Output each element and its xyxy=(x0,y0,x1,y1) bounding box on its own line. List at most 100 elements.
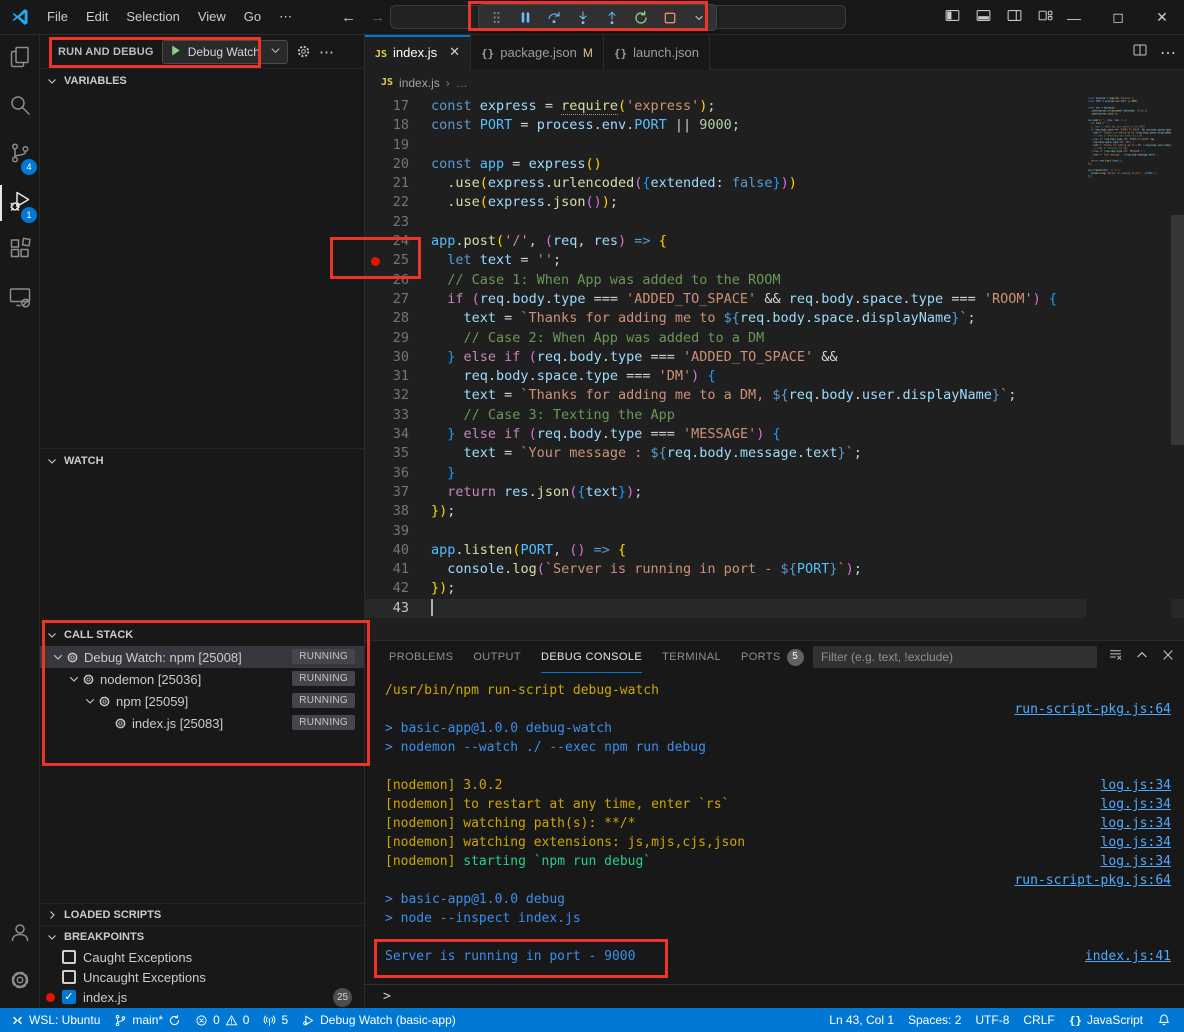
activity-settings[interactable] xyxy=(0,958,40,1006)
breakpoints-section-header[interactable]: BREAKPOINTS xyxy=(40,925,364,947)
pause-button[interactable] xyxy=(514,7,536,29)
status-git-branch[interactable]: main* xyxy=(107,1008,188,1032)
watch-section-header[interactable]: WATCH xyxy=(40,448,364,472)
activity-accounts[interactable] xyxy=(0,910,40,958)
step-over-button[interactable] xyxy=(543,7,565,29)
breakpoints-list: Caught ExceptionsUncaught Exceptions✓ind… xyxy=(40,947,364,1007)
breakpoint-checkbox[interactable] xyxy=(62,950,76,964)
status-debug-session[interactable]: Debug Watch (basic-app) xyxy=(295,1008,463,1032)
split-editor-button[interactable] xyxy=(1132,42,1148,63)
stop-button[interactable] xyxy=(659,7,681,29)
call-stack-row[interactable]: index.js [25083]RUNNING xyxy=(40,712,364,734)
badge-source-control: 4 xyxy=(21,159,37,175)
line-number: 41 xyxy=(385,560,409,579)
line-number: 40 xyxy=(385,541,409,560)
source-link[interactable]: log.js:34 xyxy=(1101,814,1171,833)
toggle-primary-sidebar-button[interactable] xyxy=(944,7,961,29)
breakpoint-checkbox[interactable]: ✓ xyxy=(62,990,76,1004)
tab-package.json[interactable]: {}package.jsonM xyxy=(471,35,604,70)
stop-dropdown-button[interactable] xyxy=(688,7,710,29)
menu-go[interactable]: Go xyxy=(235,0,270,34)
source-link[interactable]: log.js:34 xyxy=(1101,795,1171,814)
breakpoint-glyph[interactable] xyxy=(365,251,385,270)
step-out-button[interactable] xyxy=(601,7,623,29)
variables-section-header[interactable]: VARIABLES xyxy=(40,68,364,92)
call-stack-row[interactable]: Debug Watch: npm [25008]RUNNING xyxy=(40,646,364,668)
loaded-scripts-section-header[interactable]: LOADED SCRIPTS xyxy=(40,903,364,925)
status-language-mode[interactable]: {}JavaScript xyxy=(1062,1008,1150,1032)
console-filter-input[interactable] xyxy=(813,646,1097,668)
activity-extensions[interactable] xyxy=(0,227,40,275)
code-text: } xyxy=(409,464,455,483)
glyph-margin xyxy=(365,483,385,502)
maximize-button[interactable]: ◻ xyxy=(1096,0,1140,35)
activity-remote-explorer[interactable] xyxy=(0,275,40,323)
call-stack-section-header[interactable]: CALL STACK xyxy=(40,622,364,646)
call-stack-row[interactable]: nodemon [25036]RUNNING xyxy=(40,668,364,690)
breakpoint-row[interactable]: ✓index.js25 xyxy=(40,987,364,1007)
source-link[interactable]: index.js:41 xyxy=(1085,947,1171,966)
step-into-button[interactable] xyxy=(572,7,594,29)
editor-and-panel: JSindex.js✕{}package.jsonM{}launch.json … xyxy=(364,35,1184,1008)
glyph-margin xyxy=(365,541,385,560)
breadcrumb[interactable]: JS index.js › … xyxy=(365,70,1184,95)
panel-tab-problems[interactable]: PROBLEMS xyxy=(389,642,453,673)
source-link[interactable]: run-script-pkg.js:64 xyxy=(1014,700,1171,719)
panel-tab-output[interactable]: OUTPUT xyxy=(473,642,521,673)
close-tab-icon[interactable]: ✕ xyxy=(449,44,460,60)
call-stack-row[interactable]: npm [25059]RUNNING xyxy=(40,690,364,712)
tab-index.js[interactable]: JSindex.js✕ xyxy=(365,35,471,70)
status-remote-indicator[interactable]: WSL: Ubuntu xyxy=(4,1008,107,1032)
badge-run-and-debug: 1 xyxy=(21,207,37,223)
source-link[interactable]: log.js:34 xyxy=(1101,776,1171,795)
editor-more-actions-button[interactable]: ⋯ xyxy=(1160,43,1176,63)
close-button[interactable]: ✕ xyxy=(1140,0,1184,35)
menu-more[interactable]: ⋯ xyxy=(270,0,301,34)
tab-launch.json[interactable]: {}launch.json xyxy=(604,35,710,70)
activity-explorer[interactable] xyxy=(0,35,40,83)
status-encoding[interactable]: UTF-8 xyxy=(968,1008,1016,1032)
status-indentation[interactable]: Spaces: 2 xyxy=(901,1008,968,1032)
status-problems[interactable]: 00 xyxy=(188,1008,256,1032)
debug-console-output[interactable]: /usr/bin/npm run-script debug-watchrun-s… xyxy=(365,673,1184,983)
status-eol[interactable]: CRLF xyxy=(1016,1008,1061,1032)
panel-tab-terminal[interactable]: TERMINAL xyxy=(662,642,721,673)
breakpoint-row[interactable]: Uncaught Exceptions xyxy=(40,967,364,987)
glyph-margin xyxy=(365,290,385,309)
status-notifications[interactable] xyxy=(1150,1008,1178,1032)
code-editor[interactable]: 17const express = require('express');18c… xyxy=(365,95,1184,640)
start-debug-icon[interactable] xyxy=(169,44,182,60)
menu-selection[interactable]: Selection xyxy=(117,0,188,34)
launch-config-picker[interactable]: Debug Watch xyxy=(162,40,288,64)
maximize-panel-button[interactable] xyxy=(1135,648,1149,667)
close-panel-button[interactable] xyxy=(1161,648,1175,667)
status-forwarded-ports[interactable]: 5 xyxy=(256,1008,295,1032)
clear-console-button[interactable] xyxy=(1108,647,1123,667)
breakpoint-checkbox[interactable] xyxy=(62,970,76,984)
more-actions-icon[interactable]: ⋯ xyxy=(319,43,334,61)
activity-run-and-debug[interactable]: 1 xyxy=(0,179,40,227)
console-line: [nodemon] watching extensions: js,mjs,cj… xyxy=(385,833,1171,852)
debug-console-input[interactable]: > xyxy=(365,984,1184,1008)
restart-button[interactable] xyxy=(630,7,652,29)
source-link[interactable]: log.js:34 xyxy=(1101,852,1171,871)
nav-back-icon[interactable]: ← xyxy=(341,9,356,26)
source-link[interactable]: log.js:34 xyxy=(1101,833,1171,852)
code-line: 31 req.body.space.type === 'DM') { xyxy=(365,367,1184,386)
menu-view[interactable]: View xyxy=(189,0,235,34)
source-link[interactable]: run-script-pkg.js:64 xyxy=(1014,871,1171,890)
toggle-panel-button[interactable] xyxy=(975,7,992,29)
menu-file[interactable]: File xyxy=(38,0,77,34)
activity-source-control[interactable]: 4 xyxy=(0,131,40,179)
breakpoint-row[interactable]: Caught Exceptions xyxy=(40,947,364,967)
toggle-secondary-sidebar-button[interactable] xyxy=(1006,7,1023,29)
panel-tab-debug-console[interactable]: DEBUG CONSOLE xyxy=(541,642,642,673)
activity-search[interactable] xyxy=(0,83,40,131)
minimap[interactable]: const express = require('express');const… xyxy=(1086,95,1171,640)
editor-scrollbar[interactable] xyxy=(1171,215,1184,445)
menu-edit[interactable]: Edit xyxy=(77,0,117,34)
status-cursor-position[interactable]: Ln 43, Col 1 xyxy=(822,1008,901,1032)
gear-icon[interactable] xyxy=(296,44,311,59)
panel-tab-ports[interactable]: PORTS5 xyxy=(741,642,804,673)
minimize-button[interactable]: — xyxy=(1052,0,1096,35)
